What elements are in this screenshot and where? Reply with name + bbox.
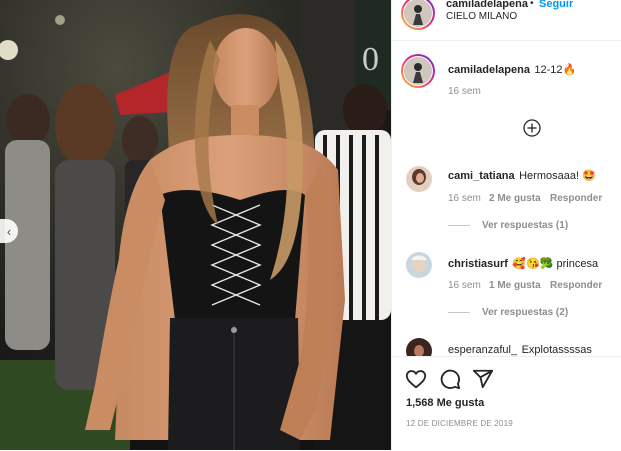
likes-count[interactable]: 1,568 Me gusta	[406, 397, 484, 409]
comment-username[interactable]: christiasurf	[448, 258, 508, 270]
reply-divider	[448, 224, 470, 226]
like-button[interactable]	[405, 368, 427, 390]
plus-circle-icon	[523, 119, 541, 137]
comment: esperanzaful_ Explotassssas	[448, 340, 592, 356]
share-button[interactable]	[472, 368, 494, 390]
comment-text: 🥰😘🥦 princesa	[512, 258, 599, 270]
post-actions: 1,568 Me gusta 12 DE DICIEMBRE DE 2019	[392, 356, 621, 451]
comment-time: 16 sem	[448, 193, 481, 204]
post-image: 0	[0, 0, 391, 450]
fire-emoji: 🔥	[562, 64, 577, 76]
reply-divider	[448, 311, 470, 313]
comment-username[interactable]: esperanzaful_	[448, 344, 517, 356]
comment-username[interactable]: cami_tatiana	[448, 170, 515, 182]
post-date[interactable]: 12 DE DICIEMBRE DE 2019	[406, 419, 513, 428]
header-separator: •	[530, 0, 534, 9]
follow-button[interactable]: Seguir	[539, 0, 573, 10]
comment-icon	[440, 369, 461, 390]
comment-avatar[interactable]	[406, 338, 432, 356]
author-username[interactable]: camiladelapena	[446, 0, 528, 10]
comments-section[interactable]: camiladelapena 12-12🔥 16 sem cami_tatian…	[392, 41, 621, 356]
chevron-left-icon: ‹	[6, 223, 12, 239]
send-icon	[472, 369, 494, 389]
caption: camiladelapena 12-12🔥	[448, 60, 576, 78]
load-more-comments-button[interactable]	[523, 119, 541, 137]
post-location[interactable]: CIELO MILANO	[446, 11, 517, 22]
comment-button[interactable]	[439, 368, 461, 390]
comment-avatar[interactable]	[406, 166, 432, 192]
comment-time: 16 sem	[448, 280, 481, 291]
svg-text:0: 0	[362, 41, 379, 78]
comment-likes[interactable]: 1 Me gusta	[489, 280, 541, 291]
comment-likes[interactable]: 2 Me gusta	[489, 193, 541, 204]
post-panel: camiladelapena • Seguir CIELO MILANO cam…	[391, 0, 621, 450]
caption-time: 16 sem	[448, 86, 481, 97]
caption-avatar[interactable]	[401, 54, 435, 88]
author-avatar[interactable]	[401, 0, 435, 30]
comment: christiasurf 🥰😘🥦 princesa	[448, 254, 598, 272]
post-header: camiladelapena • Seguir CIELO MILANO	[392, 0, 621, 41]
reply-button[interactable]: Responder	[550, 193, 602, 204]
view-replies-button[interactable]: Ver respuestas (1)	[448, 220, 568, 231]
view-replies-label: Ver respuestas (1)	[482, 220, 569, 231]
caption-username[interactable]: camiladelapena	[448, 64, 530, 76]
view-replies-label: Ver respuestas (2)	[482, 307, 569, 318]
comment: cami_tatiana Hermosaaa! 🤩	[448, 166, 596, 184]
view-replies-button[interactable]: Ver respuestas (2)	[448, 307, 568, 318]
comment-avatar[interactable]	[406, 252, 432, 278]
reply-button[interactable]: Responder	[550, 280, 602, 291]
caption-text: 12-12	[534, 64, 563, 76]
comment-text: Explotassssas	[521, 344, 592, 356]
comment-text: Hermosaaa! 🤩	[519, 170, 596, 182]
heart-icon	[405, 370, 427, 389]
post-photo[interactable]: 0 ‹	[0, 0, 391, 450]
